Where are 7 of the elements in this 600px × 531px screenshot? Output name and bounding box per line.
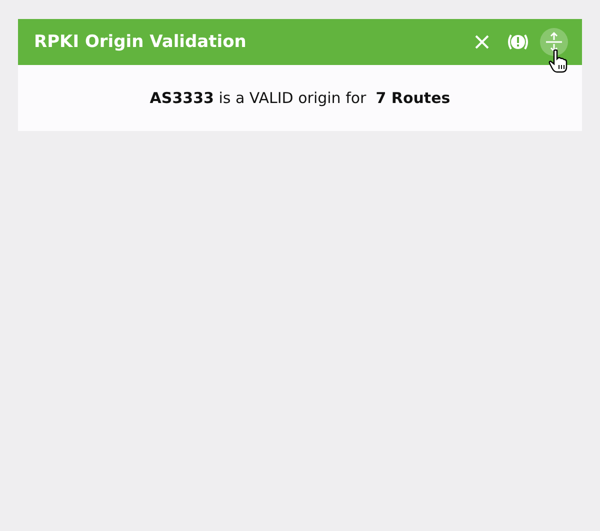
hand-cursor-icon <box>548 49 568 73</box>
alert-icon <box>507 33 529 51</box>
validation-message: AS3333 is a VALID origin for 7 Routes <box>150 89 450 107</box>
collapse-icon <box>545 31 563 53</box>
collapse-button[interactable] <box>540 28 568 56</box>
panel-title: RPKI Origin Validation <box>34 32 248 52</box>
close-icon <box>474 34 490 50</box>
